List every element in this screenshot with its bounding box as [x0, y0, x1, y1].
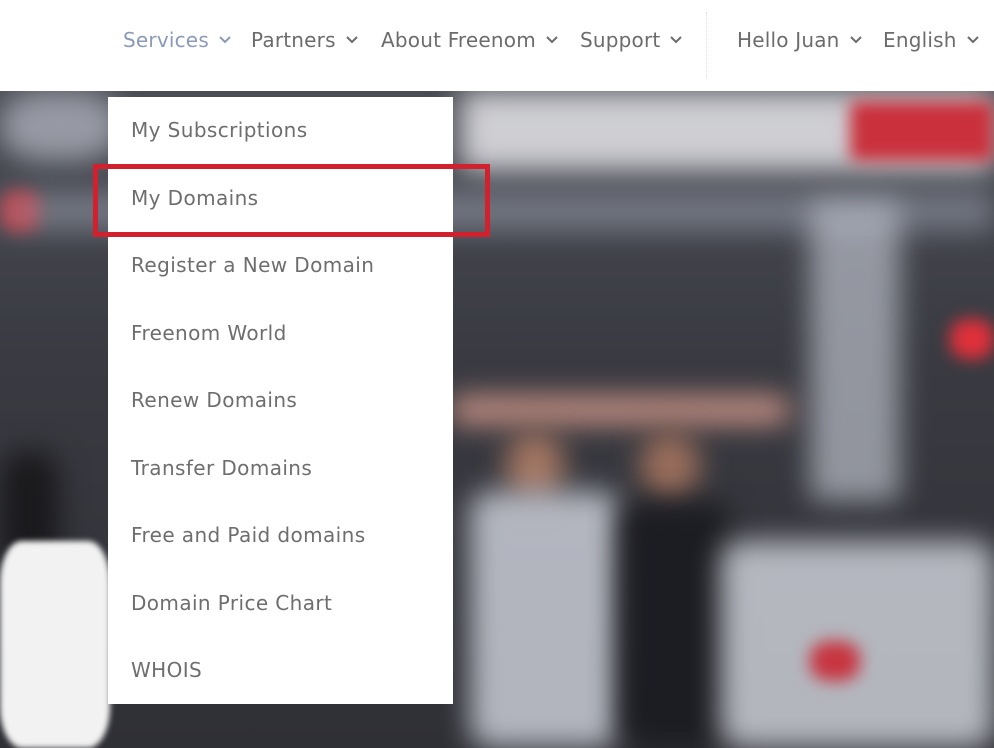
nav-language-label: English — [883, 28, 957, 52]
nav-support[interactable]: Support — [580, 26, 683, 54]
nav-partners[interactable]: Partners — [251, 26, 359, 54]
nav-about-label: About Freenom — [381, 28, 536, 52]
menu-item-whois[interactable]: WHOIS — [131, 655, 202, 685]
chevron-down-icon — [670, 36, 683, 44]
nav-divider — [706, 12, 708, 78]
chevron-down-icon — [966, 36, 979, 44]
page: Services Partners About Freenom Support … — [0, 0, 994, 748]
menu-item-transfer-domains[interactable]: Transfer Domains — [131, 453, 312, 483]
menu-item-my-domains[interactable]: My Domains — [131, 183, 258, 213]
chevron-down-icon — [546, 36, 558, 44]
nav-user-menu[interactable]: Hello Juan — [737, 26, 863, 54]
chevron-down-icon — [849, 36, 862, 44]
menu-item-domain-price-chart[interactable]: Domain Price Chart — [131, 588, 332, 618]
top-navigation: Services Partners About Freenom Support … — [0, 0, 994, 91]
menu-item-free-and-paid-domains[interactable]: Free and Paid domains — [131, 520, 366, 550]
menu-item-freenom-world[interactable]: Freenom World — [131, 318, 287, 348]
nav-support-label: Support — [580, 28, 661, 52]
nav-services-label: Services — [123, 28, 209, 52]
services-dropdown-menu: My Subscriptions My Domains Register a N… — [108, 97, 453, 704]
nav-language[interactable]: English — [883, 26, 980, 54]
nav-about[interactable]: About Freenom — [381, 26, 559, 54]
nav-partners-label: Partners — [251, 28, 336, 52]
menu-item-renew-domains[interactable]: Renew Domains — [131, 385, 297, 415]
nav-user-label: Hello Juan — [737, 28, 840, 52]
menu-item-register-new-domain[interactable]: Register a New Domain — [131, 250, 374, 280]
nav-services[interactable]: Services — [123, 26, 232, 54]
chevron-down-icon — [346, 36, 358, 44]
menu-item-my-subscriptions[interactable]: My Subscriptions — [131, 115, 308, 145]
chevron-down-icon — [219, 36, 231, 44]
